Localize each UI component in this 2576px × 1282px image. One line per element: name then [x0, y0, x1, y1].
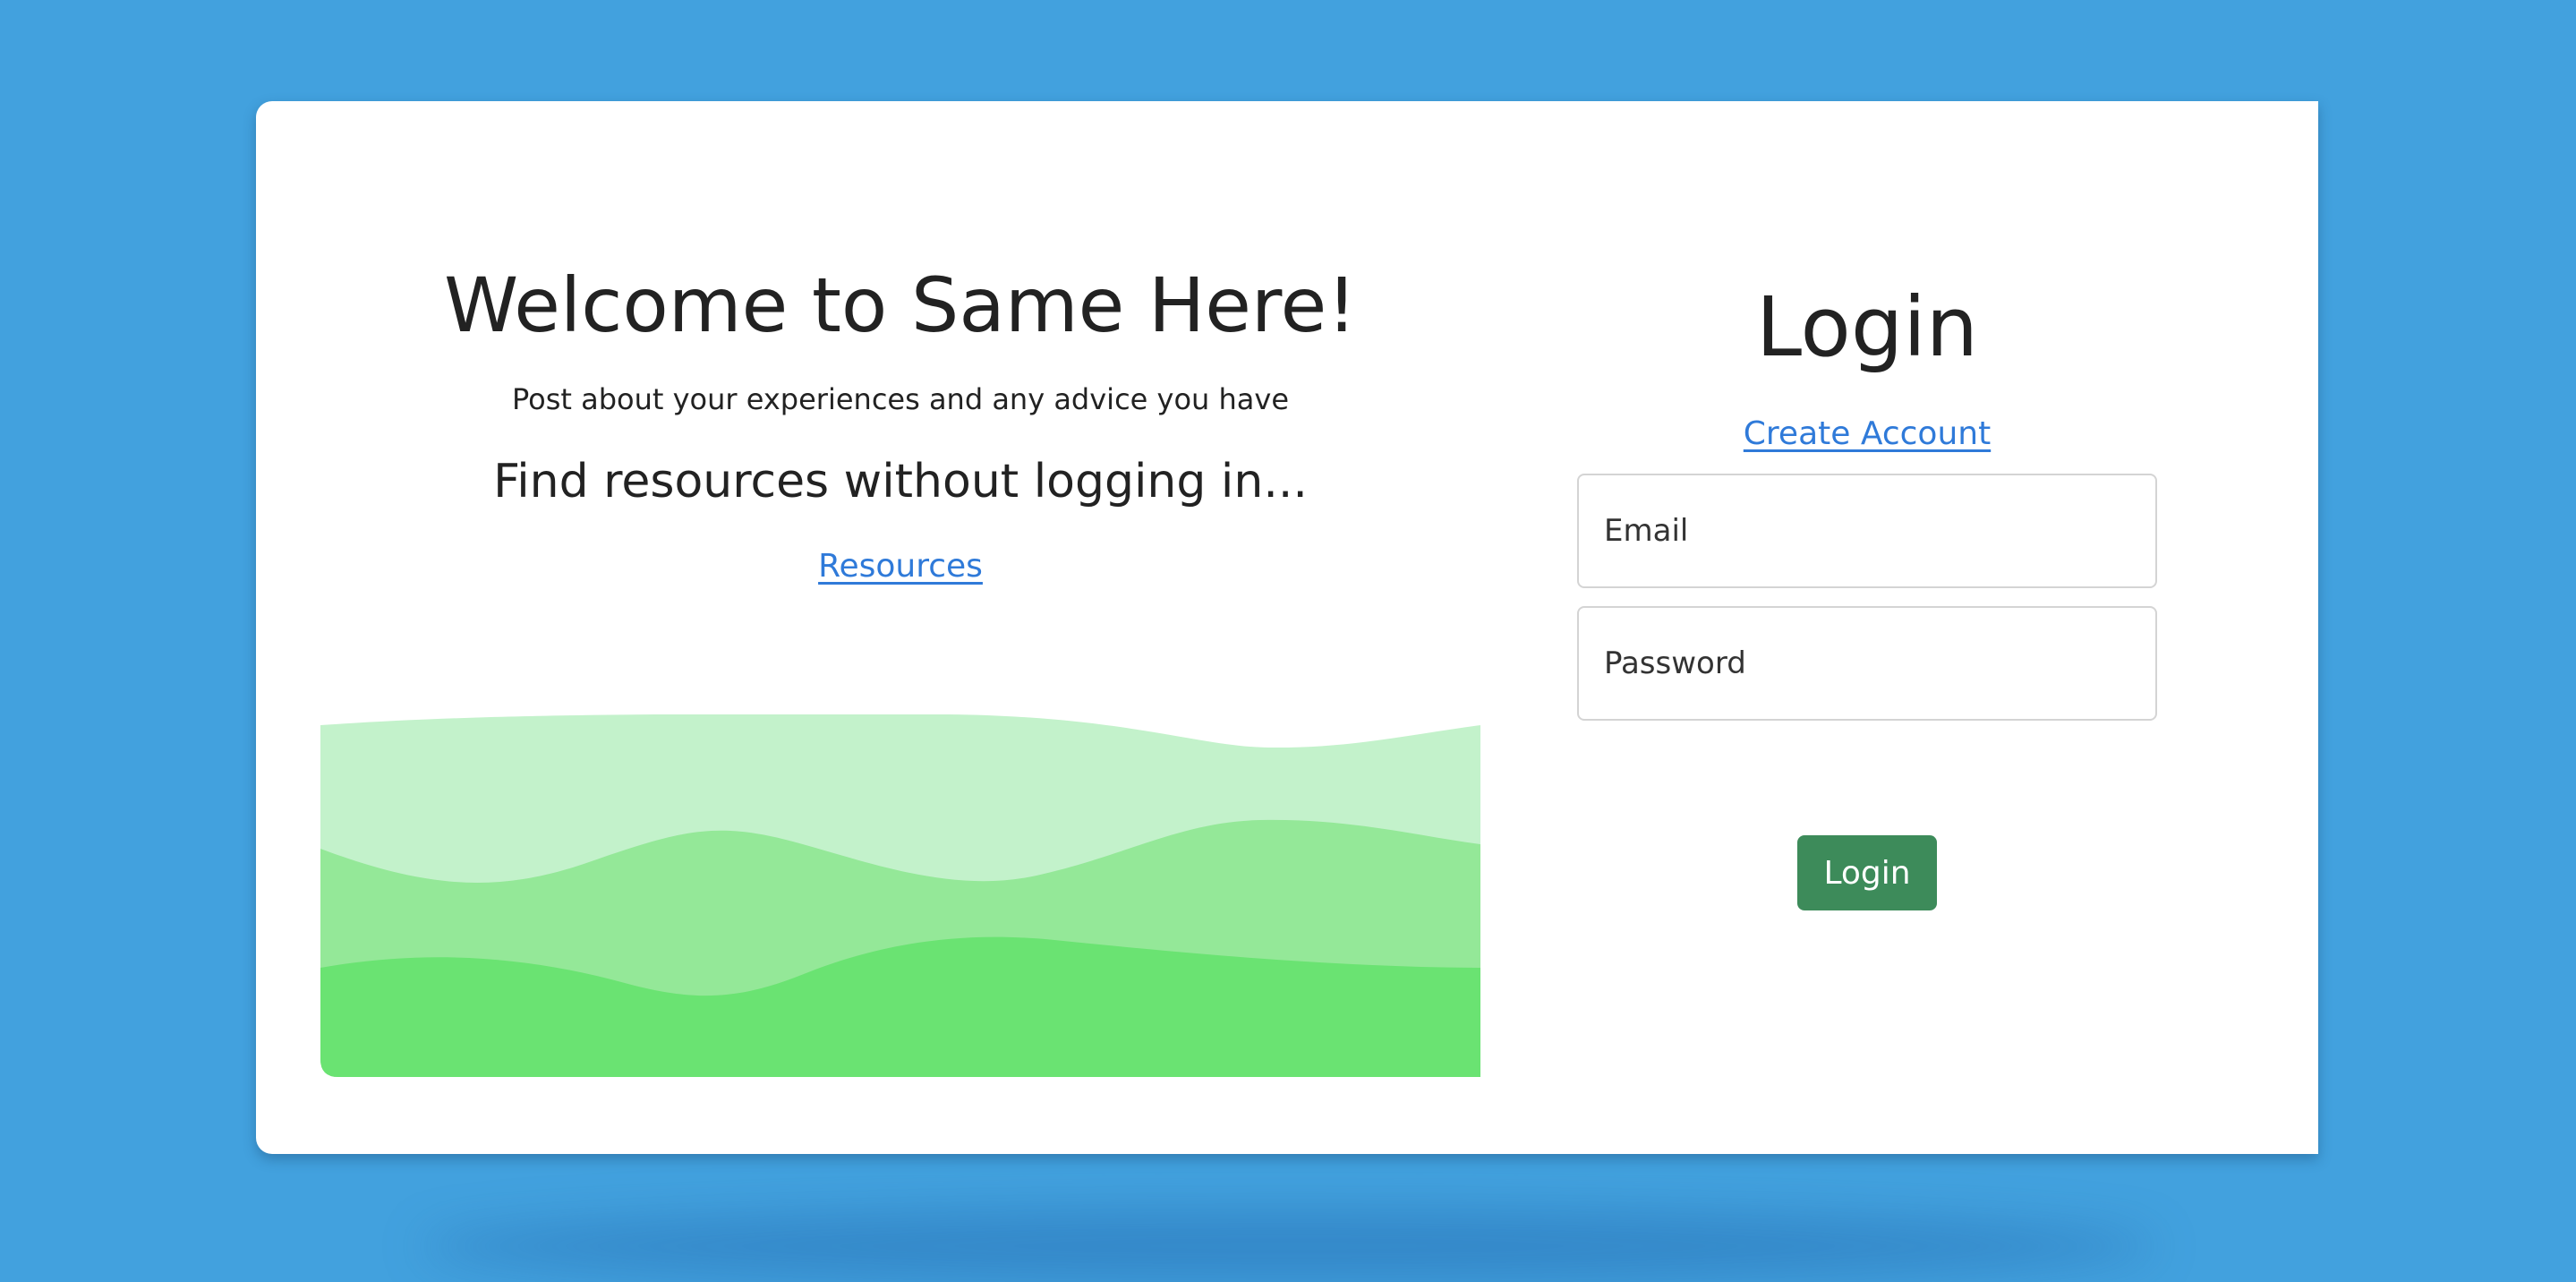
- login-card: Welcome to Same Here! Post about your ex…: [256, 101, 2318, 1154]
- login-button[interactable]: Login: [1797, 835, 1937, 910]
- resources-link-wrapper: Resources: [320, 547, 1480, 585]
- find-resources-text: Find resources without logging in...: [493, 455, 1308, 509]
- welcome-tagline: Post about your experiences and any advi…: [511, 382, 1289, 416]
- card-shadow: [421, 1210, 2157, 1282]
- create-account-link[interactable]: Create Account: [1577, 415, 2157, 453]
- wave-illustration: [320, 714, 1480, 1077]
- email-field[interactable]: [1577, 474, 2157, 588]
- welcome-title: Welcome to Same Here!: [444, 261, 1357, 349]
- login-title: Login: [1755, 279, 1979, 375]
- resources-link[interactable]: Resources: [818, 548, 983, 585]
- password-field[interactable]: [1577, 606, 2157, 721]
